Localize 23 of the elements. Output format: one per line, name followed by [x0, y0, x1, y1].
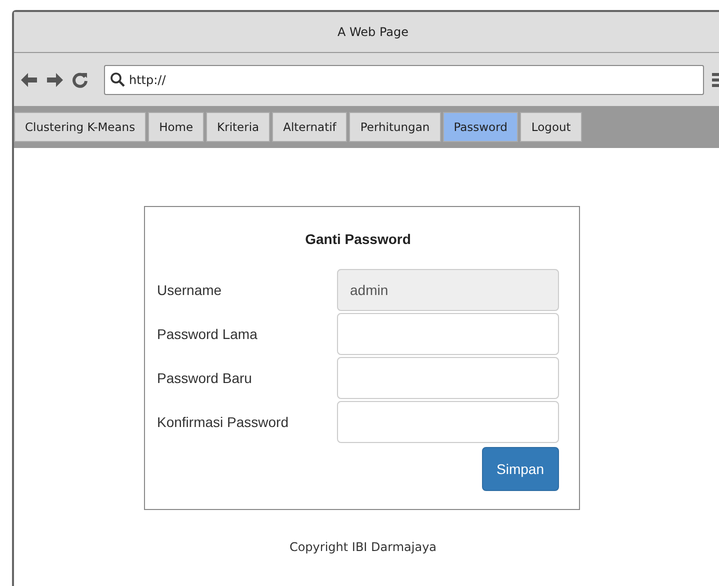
field-label: Username	[157, 282, 222, 298]
nav-tab[interactable]: Alternatif	[272, 112, 348, 142]
nav-tab[interactable]: Perhitungan	[349, 112, 441, 142]
input-field[interactable]	[337, 357, 559, 399]
forward-icon[interactable]	[46, 72, 64, 88]
window-title: A Web Page	[337, 25, 409, 39]
address-bar[interactable]: http://	[104, 64, 704, 94]
field-label: Password Baru	[157, 370, 252, 386]
nav-tab[interactable]: Kriteria	[206, 112, 270, 142]
nav-tab[interactable]: Clustering K-Means	[14, 112, 146, 142]
nav-tab[interactable]: Password	[442, 112, 518, 142]
footer-text: Copyright IBI Darmajaya	[289, 540, 437, 554]
save-button[interactable]: Simpan	[482, 447, 559, 491]
input-field[interactable]	[337, 401, 559, 443]
field-label: Password Lama	[157, 326, 258, 342]
back-icon[interactable]	[20, 72, 38, 88]
input-field[interactable]	[337, 313, 559, 355]
field-label: Konfirmasi Password	[157, 414, 288, 430]
reload-icon[interactable]	[72, 72, 88, 88]
nav-tab[interactable]: Logout	[520, 112, 582, 142]
search-icon	[110, 72, 125, 87]
nav-tab[interactable]: Home	[148, 112, 204, 142]
form-title: Ganti Password	[305, 231, 411, 247]
